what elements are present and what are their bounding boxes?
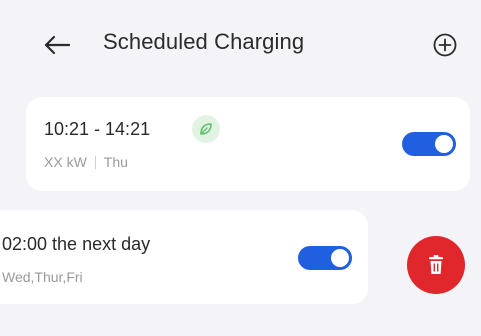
schedule-days: Thu [103, 154, 128, 170]
schedule-time: 10:21 - 14:21 [44, 119, 151, 139]
app-header: Scheduled Charging [0, 0, 481, 90]
back-button[interactable] [38, 26, 76, 64]
plus-circle-icon [433, 33, 457, 57]
toggle-knob [435, 135, 453, 153]
schedule-time: 02:00 the next day [2, 234, 151, 254]
toggle-knob [331, 249, 349, 267]
arrow-left-icon [44, 35, 71, 55]
schedule-toggle[interactable] [298, 246, 352, 270]
schedule-card-1[interactable]: 10:21 - 14:21 XX kW Thu [26, 97, 470, 191]
delete-schedule-button[interactable] [407, 236, 465, 294]
schedule-toggle[interactable] [402, 132, 456, 156]
leaf-icon [200, 123, 212, 135]
schedule-power: XX kW [44, 154, 87, 170]
eco-status-badge [192, 115, 220, 143]
add-schedule-button[interactable] [430, 30, 460, 60]
schedule-details: XX kW Thu [44, 154, 128, 170]
schedule-card-2[interactable]: 02:00 the next day Wed,Thur,Fri [0, 210, 368, 304]
divider [94, 156, 96, 169]
page-title: Scheduled Charging [103, 29, 305, 54]
trash-icon [429, 255, 443, 274]
schedule-days: Wed,Thur,Fri [2, 269, 83, 285]
